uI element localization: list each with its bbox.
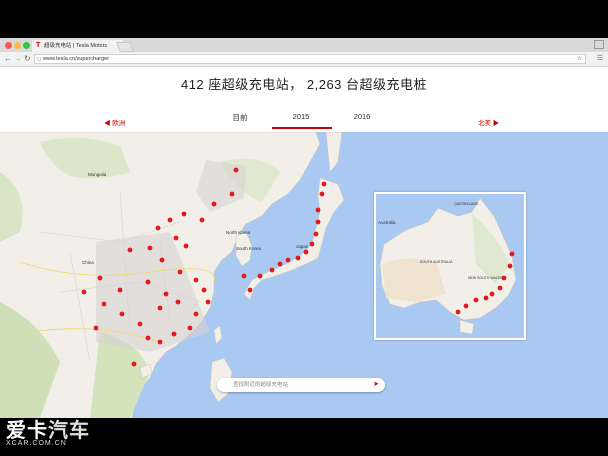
url-field[interactable]: ◻ www.tesla.cn/supercharger ☆ <box>34 54 586 64</box>
xcar-watermark: 爱卡汽车 XCAR.COM.CN <box>6 418 90 447</box>
forward-arrow-icon[interactable]: → <box>14 54 22 64</box>
tab-2016[interactable]: 2016 <box>342 112 382 121</box>
minimize-window-button[interactable] <box>14 42 21 49</box>
mongolia-label: Mongolia <box>88 172 107 177</box>
australia-inset-map[interactable]: Australia QUEENSLAND SOUTH AUSTRALIA NEW… <box>374 192 526 340</box>
search-input[interactable]: 查找附近的超级充电站 ➤ <box>217 378 385 392</box>
nsw-label: NEW SOUTH WALES <box>468 276 503 280</box>
japan-label: Japan <box>296 244 309 249</box>
address-bar-row: ← → ↻ ◻ www.tesla.cn/supercharger ☆ ☰ <box>0 52 608 67</box>
locate-me-icon[interactable]: ➤ <box>373 378 379 392</box>
back-arrow-icon[interactable]: ← <box>4 54 12 64</box>
south-korea-label: South Korea <box>236 246 262 251</box>
china-label: China <box>82 260 94 265</box>
tab-current[interactable]: 目前 <box>220 112 260 123</box>
url-text: www.tesla.cn/supercharger <box>43 56 110 62</box>
active-tab-indicator <box>272 127 332 129</box>
close-window-button[interactable] <box>5 42 12 49</box>
watermark-logo: 爱卡汽车 <box>6 418 90 442</box>
australia-canvas <box>379 197 517 335</box>
search-placeholder: 查找附近的超级充电站 <box>233 382 289 388</box>
page-title: 412 座超级充电站， 2,263 台超级充电桩 <box>180 77 428 92</box>
queensland-label: QUEENSLAND <box>454 202 479 206</box>
browser-menu-icon[interactable]: ☰ <box>597 55 603 63</box>
profile-icon[interactable] <box>594 40 604 49</box>
tab-2015[interactable]: 2015 <box>281 112 321 121</box>
australia-label: Australia <box>378 220 396 225</box>
tab-title: 超级充电站 | Tesla Motors <box>44 43 108 49</box>
north-korea-label: North Korea <box>226 230 251 235</box>
browser-window: T 超级充电站 | Tesla Motors × ← → ↻ ◻ www.tes… <box>0 38 608 418</box>
tab-strip: T 超级充电站 | Tesla Motors × <box>0 38 608 52</box>
browser-tab[interactable]: T 超级充电站 | Tesla Motors × <box>32 40 124 52</box>
supercharger-map[interactable]: Mongolia North Korea South Korea Japan C… <box>0 132 608 418</box>
page-info-icon[interactable]: ◻ <box>37 55 41 64</box>
bookmark-star-icon[interactable]: ☆ <box>577 55 582 64</box>
zoom-window-button[interactable] <box>23 42 30 49</box>
new-tab-button[interactable] <box>116 42 134 52</box>
tesla-logo-icon: T <box>36 42 41 49</box>
south-australia-label: SOUTH AUSTRALIA <box>420 260 453 264</box>
reload-icon[interactable]: ↻ <box>24 54 31 64</box>
